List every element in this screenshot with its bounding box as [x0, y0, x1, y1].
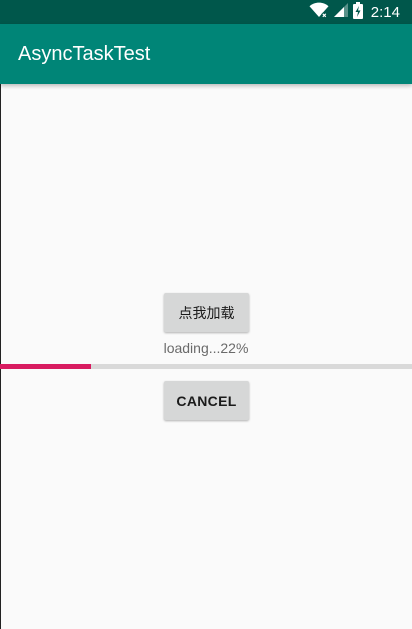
app-title: AsyncTaskTest: [18, 43, 151, 65]
wifi-icon: [309, 2, 329, 22]
signal-icon: [333, 2, 349, 22]
status-icons: 2:14: [309, 0, 412, 24]
load-button[interactable]: 点我加载: [164, 293, 249, 332]
cancel-button[interactable]: CANCEL: [164, 381, 249, 420]
progress-bar-fill: [0, 364, 91, 369]
load-button-label: 点我加载: [178, 305, 235, 322]
screen-edge: [0, 0, 1, 629]
status-time: 2:14: [370, 3, 400, 21]
status-bar: 2:14: [0, 0, 412, 24]
loading-status-text: loading...22%: [163, 340, 249, 356]
app-bar: AsyncTaskTest: [0, 24, 412, 84]
progress-bar: [0, 364, 412, 369]
battery-charging-icon: [352, 1, 363, 23]
cancel-button-label: CANCEL: [176, 392, 237, 409]
